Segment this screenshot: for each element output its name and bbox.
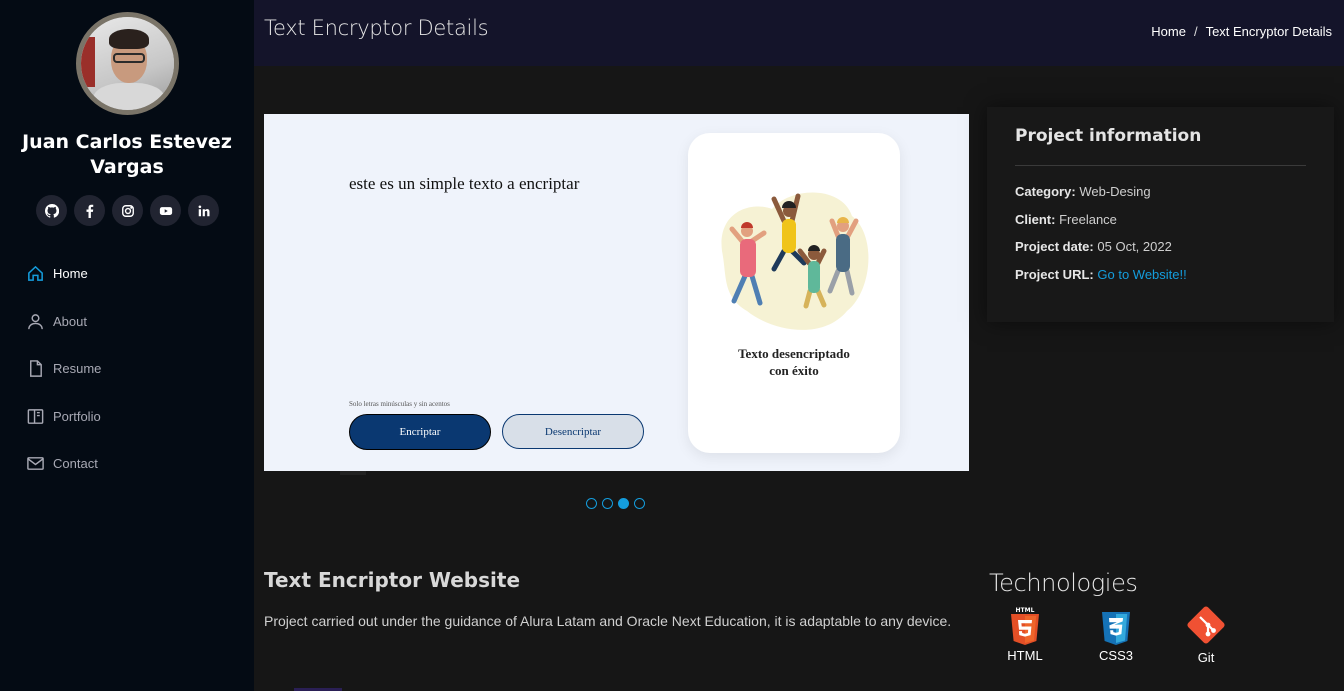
home-icon	[28, 266, 43, 282]
social-links	[36, 195, 219, 226]
project-description-text: Project carried out under the guidance o…	[264, 613, 952, 629]
instagram-icon[interactable]	[112, 195, 143, 226]
project-url-link[interactable]: Go to Website!!	[1097, 267, 1186, 282]
tech-item-css3: CSS3	[1086, 606, 1146, 663]
breadcrumb: Home / Text Encryptor Details	[1151, 24, 1332, 39]
carousel-dot-active[interactable]	[618, 498, 629, 509]
sidebar-nav: Home About Resume Portfolio Contact	[26, 250, 101, 488]
info-value: 05 Oct, 2022	[1097, 239, 1172, 254]
youtube-icon[interactable]	[150, 195, 181, 226]
tech-label: HTML	[1007, 648, 1043, 663]
envelope-icon	[27, 457, 44, 471]
info-value: Freelance	[1059, 211, 1117, 227]
slide-sample-text: este es un simple texto a encriptar	[349, 174, 580, 193]
result-line-2: con éxito	[769, 363, 819, 378]
slide-shadow-strip	[340, 471, 366, 475]
tech-item-git: Git	[1176, 606, 1236, 665]
file-icon	[30, 360, 42, 378]
sidebar-item-label: Contact	[53, 456, 98, 472]
sidebar-item-home[interactable]: Home	[26, 250, 101, 298]
slide-hint-text: Solo letras minúsculas y sin acentos	[349, 400, 450, 408]
slide-result-card: Texto desencriptado con éxito	[688, 133, 900, 453]
facebook-icon[interactable]	[74, 195, 105, 226]
info-url: Project URL: Go to Website!!	[1015, 266, 1187, 282]
carousel-dot[interactable]	[602, 498, 613, 509]
project-info-title: Project information	[1015, 126, 1202, 146]
page-title: Text Encryptor Details	[264, 16, 489, 40]
tech-label: Git	[1197, 650, 1215, 665]
profile-name: Juan Carlos Estevez Vargas	[22, 131, 232, 178]
sidebar-item-portfolio[interactable]: Portfolio	[26, 393, 101, 441]
svg-text:HTML: HTML	[1016, 607, 1035, 614]
divider	[1015, 165, 1306, 166]
github-icon[interactable]	[36, 195, 67, 226]
sidebar-item-contact[interactable]: Contact	[26, 440, 101, 488]
info-category: Category: Web-Desing	[1015, 184, 1151, 199]
info-label: Project date	[1015, 239, 1090, 254]
people-jumping-illustration	[721, 192, 869, 330]
tech-item-html: HTML HTML	[995, 606, 1055, 663]
carousel-pagination	[586, 498, 645, 509]
sidebar-item-label: Home	[53, 266, 88, 282]
carousel-dot[interactable]	[586, 498, 597, 509]
breadcrumb-separator: /	[1193, 24, 1198, 39]
linkedin-icon[interactable]	[188, 195, 219, 226]
sidebar-item-label: Resume	[53, 361, 102, 377]
slide-encrypt-button: Encriptar	[349, 414, 491, 450]
person-icon	[28, 313, 43, 329]
carousel-dot[interactable]	[634, 498, 645, 509]
info-label: Client	[1015, 211, 1052, 227]
breadcrumb-current: Text Encryptor Details	[1205, 24, 1332, 39]
html5-icon: HTML	[1011, 607, 1039, 645]
slide-decrypt-button: Desencriptar	[502, 414, 644, 449]
result-line-1: Texto desencriptado	[738, 346, 850, 361]
sidebar-item-label: About	[53, 313, 87, 329]
sidebar: Juan Carlos Estevez Vargas Home About Re…	[0, 0, 254, 691]
info-client: Client: Freelance	[1015, 211, 1117, 227]
css3-icon	[1102, 612, 1130, 645]
sidebar-item-about[interactable]: About	[26, 298, 101, 346]
tech-label: CSS3	[1099, 648, 1133, 663]
git-icon	[1187, 606, 1225, 644]
info-date: Project date: 05 Oct, 2022	[1015, 239, 1172, 254]
breadcrumb-home-link[interactable]: Home	[1151, 24, 1186, 39]
project-info-panel: Project information Category: Web-Desing…	[987, 107, 1334, 322]
info-label: Category	[1015, 184, 1072, 199]
info-value: Web-Desing	[1079, 184, 1151, 199]
project-description-title: Text Encriptor Website	[264, 568, 521, 592]
info-label: Project URL	[1015, 266, 1090, 282]
avatar	[76, 12, 179, 115]
carousel-slide-image: este es un simple texto a encriptar Solo…	[264, 114, 969, 471]
sidebar-item-resume[interactable]: Resume	[26, 345, 101, 393]
technologies-title: Technologies	[989, 569, 1138, 597]
sidebar-item-label: Portfolio	[53, 408, 101, 424]
book-icon	[27, 408, 44, 424]
slide-result-message: Texto desencriptado con éxito	[688, 345, 900, 379]
page-header: Text Encryptor Details Home / Text Encrypt…	[254, 0, 1344, 66]
